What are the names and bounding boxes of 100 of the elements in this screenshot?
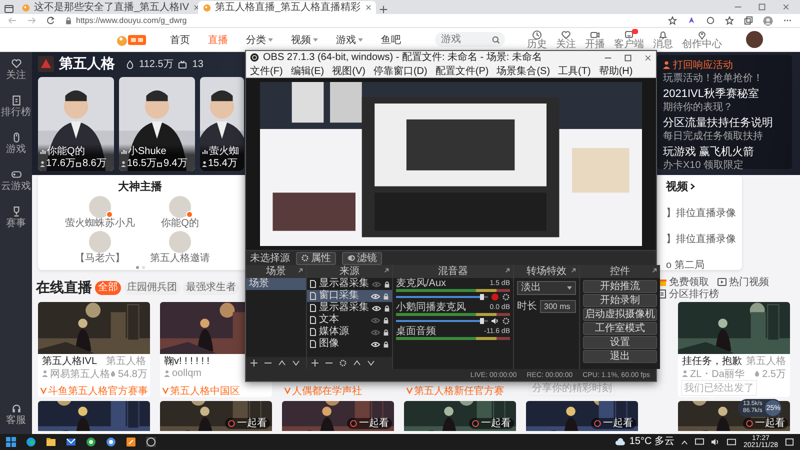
obs-icon[interactable] bbox=[146, 437, 156, 447]
eye-icon[interactable] bbox=[371, 292, 380, 300]
toolbar-button[interactable]: 创作中心 bbox=[682, 30, 722, 50]
streamer-name[interactable]: 【马老六】 bbox=[75, 253, 125, 264]
sidebar-item[interactable]: 赛事 bbox=[6, 206, 26, 229]
move-down-icon[interactable] bbox=[367, 359, 375, 367]
link[interactable]: 热门视频 bbox=[717, 276, 769, 288]
watch-together-button[interactable]: 一起看 bbox=[469, 418, 514, 429]
browser-tab[interactable]: 这不是那些安全了直播_第五人格IV bbox=[17, 1, 195, 14]
source-item[interactable]: 窗口采集 bbox=[307, 290, 392, 302]
video-title[interactable]: 】排位直播录像 bbox=[666, 206, 736, 220]
move-up-icon[interactable] bbox=[353, 359, 361, 367]
reload-icon[interactable] bbox=[46, 16, 55, 25]
filter-chip[interactable]: 庄园佣兵团 bbox=[124, 281, 180, 295]
logo-icon[interactable] bbox=[116, 32, 148, 46]
browser-tab[interactable]: 第五人格直播_第五人格直播精彩 bbox=[198, 1, 376, 14]
undock-icon[interactable] bbox=[384, 268, 389, 273]
slider-handle[interactable] bbox=[480, 294, 484, 300]
duration-field[interactable]: 300 ms bbox=[540, 300, 576, 312]
start-icon[interactable] bbox=[6, 437, 16, 447]
speaker-icon[interactable] bbox=[491, 316, 499, 324]
undock-icon[interactable] bbox=[298, 268, 303, 273]
folder-icon[interactable] bbox=[46, 437, 56, 447]
control-button[interactable]: 开始推流 bbox=[583, 280, 657, 293]
room-title[interactable]: 鞠v! ! ! ! ! ! bbox=[164, 354, 210, 368]
avatar[interactable] bbox=[746, 31, 763, 48]
extension-icon[interactable] bbox=[687, 16, 696, 25]
star-icon[interactable] bbox=[668, 16, 677, 25]
watch-together-button[interactable]: 一起看 bbox=[347, 418, 392, 429]
volume-slider[interactable] bbox=[396, 294, 488, 300]
move-up-icon[interactable] bbox=[278, 359, 286, 367]
transition-dropdown[interactable]: 淡出 bbox=[517, 281, 576, 295]
add-icon[interactable] bbox=[250, 359, 258, 367]
source-item[interactable]: 显示器采集 bbox=[307, 278, 392, 290]
browser-icon[interactable] bbox=[26, 437, 36, 447]
toolbar-button[interactable]: 开播 bbox=[585, 30, 605, 50]
nav-link[interactable]: 游戏 bbox=[336, 32, 363, 46]
menu-item[interactable]: 工具(T) bbox=[558, 64, 591, 78]
nav-link[interactable]: 分类 bbox=[246, 32, 273, 46]
nav-link[interactable]: 首页 bbox=[170, 32, 190, 46]
chevron-icon[interactable] bbox=[690, 183, 695, 190]
lock-icon[interactable] bbox=[384, 280, 390, 288]
collections-icon[interactable] bbox=[744, 16, 753, 25]
news-title[interactable]: 分区流量扶持任务说明 bbox=[663, 117, 786, 130]
lock-icon[interactable] bbox=[383, 340, 389, 348]
toolbar-button[interactable]: 滤镜 bbox=[342, 252, 382, 264]
watch-together-button[interactable]: 一起看 bbox=[591, 418, 636, 429]
address-field[interactable]: https://www.douyu.com/g_dwrg bbox=[76, 16, 187, 25]
profile-icon[interactable] bbox=[763, 16, 773, 26]
lock-icon[interactable] bbox=[383, 328, 389, 336]
sidebar-item[interactable]: 客服 bbox=[6, 403, 26, 426]
eye-icon[interactable] bbox=[372, 304, 381, 312]
filter-chip[interactable]: 最强求生者 bbox=[183, 281, 239, 295]
room-title[interactable]: 第五人格IVL bbox=[42, 354, 98, 368]
menu-item[interactable]: 帮助(H) bbox=[598, 64, 633, 78]
menu-item[interactable]: 场景集合(S) bbox=[496, 64, 550, 78]
streamer-name[interactable]: 第五人格邀请 bbox=[150, 253, 210, 264]
video-title[interactable]: o 第二局 bbox=[666, 258, 736, 272]
volume-slider[interactable] bbox=[396, 318, 488, 324]
menu-item[interactable]: 停靠窗口(D) bbox=[373, 64, 428, 78]
source-item[interactable]: 文本 bbox=[307, 314, 392, 326]
gear-icon[interactable] bbox=[339, 359, 347, 367]
watch-together-button[interactable]: 一起看 bbox=[743, 418, 788, 429]
link[interactable]: 分区排行榜 bbox=[657, 288, 719, 300]
control-button[interactable]: 设置 bbox=[583, 336, 657, 349]
menu-item[interactable]: 编辑(E) bbox=[290, 64, 324, 78]
sidebar-item[interactable]: 云游戏 bbox=[1, 169, 31, 192]
nav-link[interactable]: 鱼吧 bbox=[381, 32, 401, 46]
news-title[interactable]: 玩游戏 赢飞机火箭 bbox=[663, 146, 786, 159]
close-icon[interactable] bbox=[644, 54, 652, 62]
control-button[interactable]: 退出 bbox=[583, 350, 657, 363]
move-down-icon[interactable] bbox=[292, 359, 300, 367]
muted-icon[interactable] bbox=[491, 292, 499, 300]
globe-icon[interactable] bbox=[106, 437, 116, 447]
menu-item[interactable]: 视图(V) bbox=[332, 64, 366, 78]
lock-icon[interactable] bbox=[384, 304, 390, 312]
toolbar-button[interactable]: 关注 bbox=[556, 30, 576, 50]
sidebar-item[interactable]: 关注 bbox=[6, 58, 26, 81]
chevron-up-icon[interactable] bbox=[681, 440, 688, 444]
undock-icon[interactable] bbox=[571, 268, 576, 273]
chat-icon[interactable] bbox=[86, 437, 96, 447]
search-icon[interactable] bbox=[492, 36, 500, 44]
close-icon[interactable] bbox=[364, 4, 372, 11]
sidebar-item[interactable]: 排行榜 bbox=[1, 95, 31, 118]
close-icon[interactable] bbox=[193, 4, 200, 11]
toolbar-button[interactable]: 客户端 bbox=[614, 30, 644, 50]
menu-item[interactable]: 文件(F) bbox=[250, 64, 283, 78]
watch-together-button[interactable]: 一起看 bbox=[225, 418, 270, 429]
page-dot[interactable] bbox=[136, 266, 138, 269]
new-tab-icon[interactable] bbox=[379, 5, 388, 14]
toolbar-button[interactable]: 消息 bbox=[653, 30, 673, 50]
control-button[interactable]: 工作室模式 bbox=[583, 322, 657, 335]
favorites-icon[interactable] bbox=[725, 16, 734, 25]
room-title[interactable]: 挂任务，抱歉 bbox=[682, 354, 742, 368]
control-button[interactable]: 开始录制 bbox=[583, 294, 657, 307]
scene-item[interactable]: 场景 bbox=[246, 278, 306, 290]
sidebar-item[interactable]: 游戏 bbox=[6, 132, 26, 155]
notes-icon[interactable] bbox=[126, 437, 136, 447]
news-title[interactable]: 2021IVL秋季赛秘室 bbox=[663, 88, 786, 101]
gear-icon[interactable] bbox=[502, 316, 510, 324]
